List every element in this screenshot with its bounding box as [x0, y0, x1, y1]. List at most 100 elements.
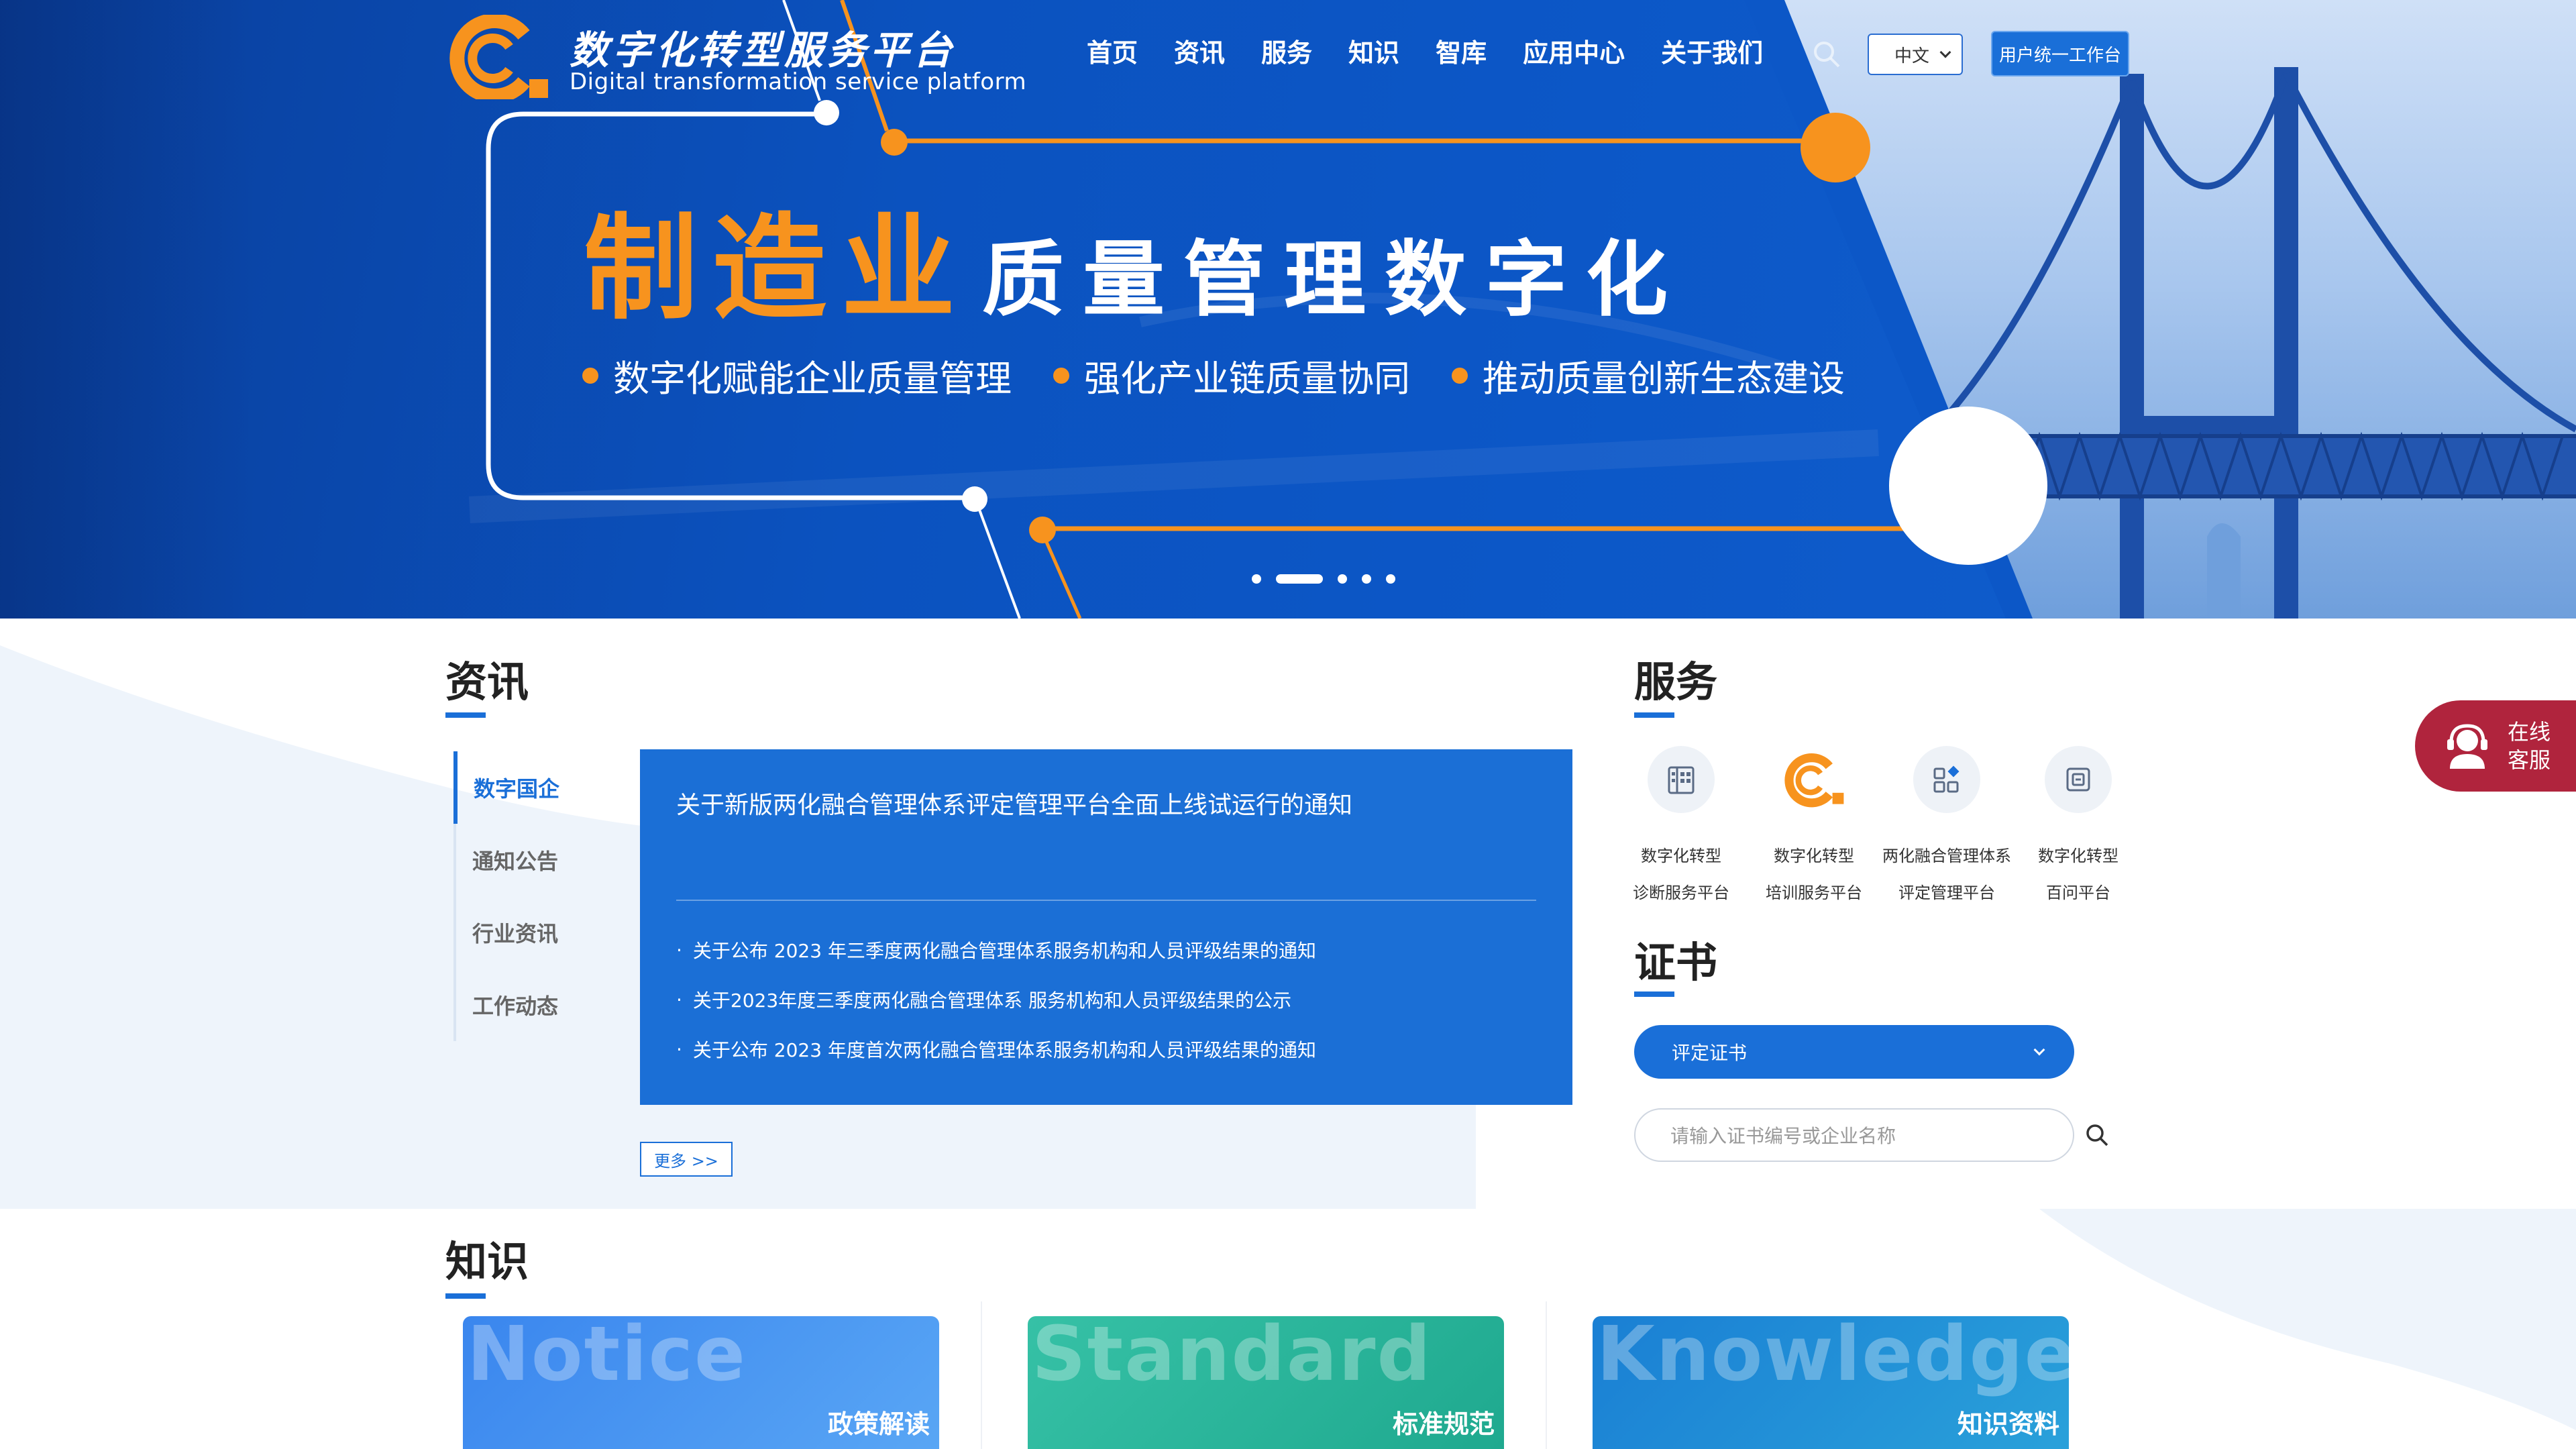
- service-label-line1: 两化融合管理体系: [1882, 847, 2011, 865]
- service-label-line1: 数字化转型: [1641, 847, 1721, 865]
- banner-bullet-text: 数字化赋能企业质量管理: [613, 358, 1012, 400]
- search-icon[interactable]: [1811, 39, 1842, 70]
- card-watermark: Standard: [1032, 1316, 1432, 1398]
- service-label-line2: 诊断服务平台: [1633, 883, 1729, 902]
- bullet-dot-icon: [1452, 367, 1468, 384]
- knowledge-card-materials[interactable]: Knowledge 知识资料: [1593, 1316, 2069, 1449]
- service-training[interactable]: 数字化转型 培训服务平台: [1747, 746, 1881, 903]
- banner-bullet: 推动质量创新生态建设: [1452, 349, 1845, 402]
- news-section-title: 资讯: [445, 657, 529, 706]
- news-headline[interactable]: 关于新版两化融合管理体系评定管理平台全面上线试运行的通知: [676, 786, 1352, 820]
- bullet-dot-icon: [1053, 367, 1069, 384]
- news-item-text: 关于公布 2023 年度首次两化融合管理体系服务机构和人员评级结果的通知: [692, 1039, 1316, 1061]
- nav-home[interactable]: 首页: [1087, 32, 1138, 69]
- banner-title-highlight: 制造业: [584, 203, 971, 335]
- service-icon-wrap: [1648, 746, 1715, 813]
- news-item[interactable]: · 关于公布 2023 年度首次两化融合管理体系服务机构和人员评级结果的通知: [676, 1024, 1316, 1074]
- knowledge-card-standard[interactable]: Standard 标准规范: [1028, 1316, 1504, 1449]
- service-icon-wrap: [2045, 746, 2112, 813]
- news-panel: 关于新版两化融合管理体系评定管理平台全面上线试运行的通知 · 关于公布 2023 …: [640, 749, 1572, 1105]
- pager-dot[interactable]: [1386, 574, 1395, 584]
- news-tabs: 数字国企 通知公告 行业资讯 工作动态: [453, 751, 588, 1041]
- banner-bullet-text: 强化产业链质量协同: [1084, 358, 1410, 400]
- support-label: 在线 客服: [2508, 718, 2551, 774]
- search-icon[interactable]: [2084, 1122, 2110, 1148]
- language-value: 中文: [1894, 46, 1930, 66]
- service-icon-wrap: [1913, 746, 1980, 813]
- news-item-text: 关于公布 2023 年三季度两化融合管理体系服务机构和人员评级结果的通知: [692, 940, 1316, 962]
- brand-name: 数字化转型服务平台: [570, 28, 957, 73]
- brand-name-en: Digital transformation service platform: [570, 68, 1027, 95]
- apps-grid-icon: [1933, 765, 1960, 793]
- service-qa[interactable]: 数字化转型 百问平台: [2011, 746, 2145, 903]
- customer-service-icon: [2447, 724, 2487, 769]
- language-select[interactable]: 中文: [1868, 34, 1963, 75]
- nav-knowledge[interactable]: 知识: [1348, 32, 1399, 69]
- knowledge-section-title: 知识: [445, 1237, 529, 1286]
- hero-banner[interactable]: 数字化转型服务平台 Digital transformation service…: [0, 0, 2576, 619]
- knowledge-card-policy[interactable]: Notice 政策解读: [463, 1316, 939, 1449]
- news-list: · 关于公布 2023 年三季度两化融合管理体系服务机构和人员评级结果的通知 · 关…: [676, 925, 1316, 1074]
- card-title: 标准规范: [1392, 1409, 1495, 1439]
- pager-dot[interactable]: [1338, 574, 1347, 584]
- news-divider: [676, 900, 1536, 901]
- certificate-title-underline: [1634, 991, 1674, 997]
- news-item-text: 关于2023年度三季度两化融合管理体系 服务机构和人员评级结果的公示: [692, 989, 1292, 1012]
- brand-logo-icon: [1784, 753, 1844, 808]
- workbench-button[interactable]: 用户统一工作台: [1991, 31, 2129, 76]
- service-label-line2: 评定管理平台: [1898, 883, 1995, 902]
- divider: [1546, 1301, 1547, 1449]
- building-icon: [1668, 766, 1695, 794]
- document-icon: [2066, 767, 2090, 792]
- tab-announcements[interactable]: 通知公告: [453, 824, 588, 896]
- card-title: 知识资料: [1957, 1409, 2059, 1439]
- online-support-button[interactable]: 在线 客服: [2415, 700, 2576, 792]
- tab-industry-news[interactable]: 行业资讯: [453, 896, 588, 969]
- site-logo[interactable]: 数字化转型服务平台 Digital transformation service…: [445, 15, 1026, 99]
- service-label-line1: 数字化转型: [2038, 847, 2118, 865]
- card-watermark: Notice: [467, 1316, 747, 1398]
- card-watermark: Knowledge: [1597, 1316, 2069, 1398]
- main-nav: 首页 资讯 服务 知识 智库 应用中心 关于我们: [1087, 32, 1799, 69]
- card-title: 政策解读: [827, 1409, 930, 1439]
- nav-news[interactable]: 资讯: [1174, 32, 1225, 69]
- certificate-search-input[interactable]: 请输入证书编号或企业名称: [1634, 1108, 2074, 1162]
- service-label-line1: 数字化转型: [1774, 847, 1854, 865]
- chevron-down-icon: [2033, 1044, 2045, 1056]
- knowledge-title-underline: [445, 1293, 486, 1299]
- banner-bullet: 数字化赋能企业质量管理: [582, 349, 1012, 402]
- chevron-down-icon: [1939, 46, 1951, 58]
- bullet-dot-icon: [582, 367, 598, 384]
- tab-work-updates[interactable]: 工作动态: [453, 969, 588, 1041]
- service-label-line2: 百问平台: [2046, 883, 2110, 902]
- tab-digital-soe[interactable]: 数字国企: [453, 751, 588, 824]
- service-diagnosis[interactable]: 数字化转型 诊断服务平台: [1614, 746, 1748, 903]
- certificate-type-select[interactable]: 评定证书: [1634, 1025, 2074, 1079]
- nav-services[interactable]: 服务: [1261, 32, 1312, 69]
- banner-bullet-text: 推动质量创新生态建设: [1483, 358, 1845, 400]
- news-more-button[interactable]: 更多 >>: [640, 1142, 733, 1177]
- divider: [981, 1301, 982, 1449]
- pager-dot[interactable]: [1252, 574, 1261, 584]
- news-item[interactable]: · 关于2023年度三季度两化融合管理体系 服务机构和人员评级结果的公示: [676, 975, 1316, 1024]
- service-icon-wrap: [1780, 746, 1847, 813]
- bullet-sep: ·: [676, 938, 682, 961]
- service-assessment[interactable]: 两化融合管理体系 评定管理平台: [1880, 746, 2014, 903]
- support-label-line2: 客服: [2508, 747, 2551, 773]
- nav-about[interactable]: 关于我们: [1661, 32, 1763, 69]
- certificate-section-title: 证书: [1634, 938, 1718, 987]
- page: 数字化转型服务平台 Digital transformation service…: [0, 0, 2576, 1449]
- pager-dot[interactable]: [1362, 574, 1371, 584]
- banner-title-rest: 质量管理数字化: [982, 232, 1687, 327]
- certificate-type-value: 评定证书: [1672, 1042, 1748, 1064]
- nav-think-tank[interactable]: 智库: [1436, 32, 1487, 69]
- services-section-title: 服务: [1634, 657, 1718, 706]
- banner-pager: [1252, 574, 1410, 584]
- bullet-sep: ·: [676, 988, 682, 1011]
- brand-logo-icon: [449, 15, 548, 99]
- banner-bullets: 数字化赋能企业质量管理 强化产业链质量协同 推动质量创新生态建设: [582, 349, 1886, 402]
- banner-title: 制造业 质量管理数字化: [584, 176, 1686, 341]
- news-item[interactable]: · 关于公布 2023 年三季度两化融合管理体系服务机构和人员评级结果的通知: [676, 925, 1316, 975]
- nav-app-center[interactable]: 应用中心: [1523, 32, 1625, 69]
- pager-dot-active[interactable]: [1276, 574, 1323, 584]
